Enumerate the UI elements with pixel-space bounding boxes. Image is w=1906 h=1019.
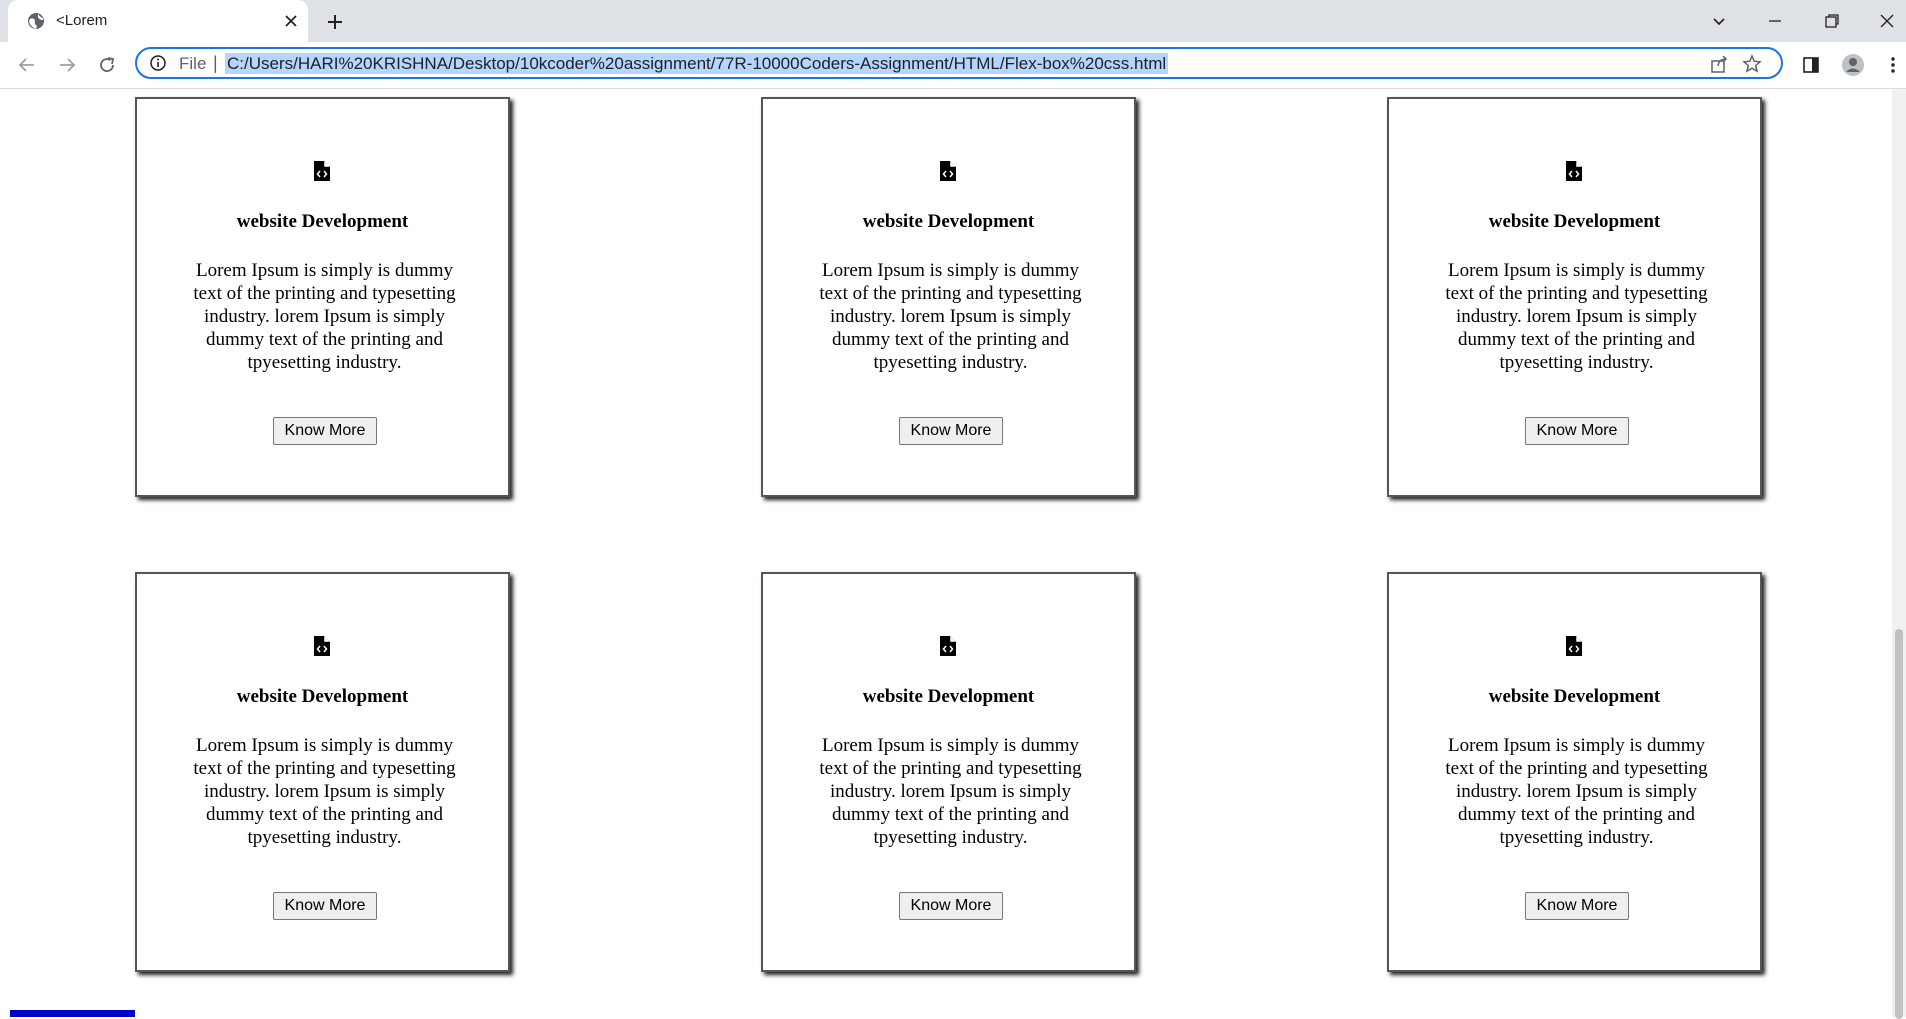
page-viewport: website Development Lorem Ipsum is simpl… <box>0 89 1906 1017</box>
file-code-icon <box>1566 636 1582 656</box>
footer-blue-block <box>10 1010 135 1017</box>
card-description: Lorem Ipsum is simply is dummy text of t… <box>1445 260 1708 373</box>
file-code-icon <box>940 161 956 181</box>
card-description: Lorem Ipsum is simply is dummy text of t… <box>1445 735 1708 848</box>
card-title: website Development <box>236 686 409 707</box>
tab-search-chevron-icon[interactable] <box>1704 6 1734 36</box>
bookmark-star-icon[interactable] <box>1742 54 1762 74</box>
know-more-button[interactable]: Know More <box>1525 417 1629 445</box>
vertical-scrollbar[interactable] <box>1892 89 1906 1019</box>
minimize-icon[interactable] <box>1760 6 1790 36</box>
file-code-icon <box>940 636 956 656</box>
share-icon[interactable] <box>1709 54 1729 74</box>
know-more-button[interactable]: Know More <box>899 892 1003 920</box>
service-card: website Development Lorem Ipsum is simpl… <box>1387 572 1762 972</box>
card-description: Lorem Ipsum is simply is dummy text of t… <box>193 735 456 848</box>
back-arrow-icon[interactable] <box>12 50 42 80</box>
know-more-button[interactable]: Know More <box>1525 892 1629 920</box>
know-more-button[interactable]: Know More <box>273 892 377 920</box>
service-card: website Development Lorem Ipsum is simpl… <box>761 572 1136 972</box>
tab-strip: <Lorem <box>0 0 1906 42</box>
reload-icon[interactable] <box>92 50 122 80</box>
card-description: Lorem Ipsum is simply is dummy text of t… <box>819 735 1082 848</box>
know-more-button[interactable]: Know More <box>273 417 377 445</box>
file-code-icon <box>314 161 330 181</box>
url-text[interactable]: C:/Users/HARI%20KRISHNA/Desktop/10kcoder… <box>225 53 1169 74</box>
service-card: website Development Lorem Ipsum is simpl… <box>761 97 1136 497</box>
service-card: website Development Lorem Ipsum is simpl… <box>1387 97 1762 497</box>
know-more-button[interactable]: Know More <box>899 417 1003 445</box>
service-card: website Development Lorem Ipsum is simpl… <box>135 97 510 497</box>
card-title: website Development <box>1488 211 1661 232</box>
info-icon[interactable] <box>149 54 167 72</box>
card-title: website Development <box>236 211 409 232</box>
card-title: website Development <box>862 211 1035 232</box>
forward-arrow-icon[interactable] <box>52 50 82 80</box>
file-code-icon <box>314 636 330 656</box>
side-panel-icon[interactable] <box>1798 52 1824 78</box>
scrollbar-thumb[interactable] <box>1895 629 1903 1019</box>
menu-kebab-icon[interactable] <box>1880 52 1906 78</box>
tab-title: <Lorem <box>56 12 108 29</box>
omnibox-divider: | <box>213 53 218 73</box>
globe-icon <box>26 11 46 31</box>
browser-toolbar: File | C:/Users/HARI%20KRISHNA/Desktop/1… <box>0 42 1906 89</box>
file-code-icon <box>1566 161 1582 181</box>
address-bar[interactable]: File | C:/Users/HARI%20KRISHNA/Desktop/1… <box>135 47 1783 79</box>
service-card: website Development Lorem Ipsum is simpl… <box>135 572 510 972</box>
new-tab-icon[interactable] <box>322 9 348 35</box>
restore-icon[interactable] <box>1817 6 1847 36</box>
card-description: Lorem Ipsum is simply is dummy text of t… <box>819 260 1082 373</box>
file-scheme-label: File <box>179 54 207 73</box>
browser-tab[interactable]: <Lorem <box>8 0 308 42</box>
card-title: website Development <box>862 686 1035 707</box>
card-title: website Development <box>1488 686 1661 707</box>
close-window-icon[interactable] <box>1872 6 1902 36</box>
profile-avatar-icon[interactable] <box>1840 52 1866 78</box>
card-description: Lorem Ipsum is simply is dummy text of t… <box>193 260 456 373</box>
close-tab-icon[interactable] <box>280 10 302 32</box>
